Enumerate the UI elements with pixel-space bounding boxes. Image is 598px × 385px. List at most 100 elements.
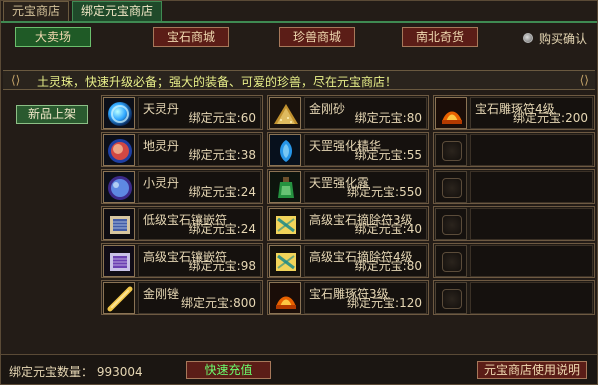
item-info: 天罡强化精华 绑定元宝:55 bbox=[304, 134, 427, 166]
item-info: 地灵丹 绑定元宝:38 bbox=[138, 134, 261, 166]
item-cell[interactable]: 低级宝石镶嵌符 绑定元宝:24 bbox=[101, 206, 263, 241]
tab-bound-yuanbao-shop[interactable]: 绑定元宝商店 bbox=[72, 1, 163, 21]
yellow-scroll-icon bbox=[269, 208, 301, 240]
item-price: 绑定元宝:550 bbox=[347, 185, 422, 199]
gold-sand-icon bbox=[269, 97, 301, 129]
item-info: 宝石雕琢符3级 绑定元宝:120 bbox=[304, 282, 427, 314]
item-price: 绑定元宝:80 bbox=[354, 111, 422, 125]
fire-talisman-icon bbox=[269, 282, 301, 314]
item-info: 天灵丹 绑定元宝:60 bbox=[138, 97, 261, 129]
item-info: 宝石雕琢符4级 绑定元宝:200 bbox=[470, 97, 593, 129]
slot-ornament bbox=[442, 178, 462, 198]
empty-slot-icon bbox=[435, 245, 467, 277]
item-name: 金刚锉 bbox=[143, 287, 180, 301]
blue-orb-icon bbox=[103, 97, 135, 129]
item-price: 绑定元宝:200 bbox=[513, 111, 588, 125]
radio-icon[interactable] bbox=[522, 33, 533, 43]
item-cell-empty bbox=[433, 243, 595, 278]
item-name: 金刚砂 bbox=[309, 102, 346, 116]
shop-window: 元宝商店 绑定元宝商店 大卖场 宝石商城 珍兽商城 南北奇货 购买确认 ⟨⟩ 土… bbox=[0, 0, 598, 385]
item-price: 绑定元宝:38 bbox=[188, 148, 256, 162]
bottom-bar: 绑定元宝数量： 993004 快速充值 元宝商店使用说明 bbox=[1, 354, 597, 384]
balance-label: 绑定元宝数量： bbox=[9, 365, 94, 379]
yellow-scroll-icon bbox=[269, 245, 301, 277]
new-items-button[interactable]: 新品上架 bbox=[16, 105, 88, 124]
gold-file-icon bbox=[103, 282, 135, 314]
item-info: 金刚锉 绑定元宝:800 bbox=[138, 282, 261, 314]
item-price: 绑定元宝:55 bbox=[354, 148, 422, 162]
item-info: 高级宝石镶嵌符 绑定元宝:98 bbox=[138, 245, 261, 277]
slot-ornament bbox=[442, 289, 462, 309]
item-info: 高级宝石摘除符4级 绑定元宝:80 bbox=[304, 245, 427, 277]
item-price: 绑定元宝:120 bbox=[347, 296, 422, 310]
item-cell-empty bbox=[433, 206, 595, 241]
empty-info bbox=[470, 171, 593, 203]
item-info: 天罡强化露 绑定元宝:550 bbox=[304, 171, 427, 203]
category-misc-button[interactable]: 南北奇货 bbox=[402, 27, 478, 47]
purchase-confirm-toggle[interactable]: 购买确认 bbox=[522, 29, 587, 47]
item-cell[interactable]: 天罡强化精华 绑定元宝:55 bbox=[267, 132, 429, 167]
item-cell-empty bbox=[433, 169, 595, 204]
item-cell[interactable]: 金刚砂 绑定元宝:80 bbox=[267, 95, 429, 130]
banner-left-ornament-icon: ⟨⟩ bbox=[11, 73, 21, 87]
item-info: 小灵丹 绑定元宝:24 bbox=[138, 171, 261, 203]
empty-info bbox=[470, 134, 593, 166]
item-cell-empty bbox=[433, 132, 595, 167]
item-cell-empty bbox=[433, 280, 595, 315]
item-price: 绑定元宝:80 bbox=[354, 259, 422, 273]
item-cell[interactable]: 小灵丹 绑定元宝:24 bbox=[101, 169, 263, 204]
item-cell[interactable]: 高级宝石摘除符3级 绑定元宝:40 bbox=[267, 206, 429, 241]
item-price: 绑定元宝:98 bbox=[188, 259, 256, 273]
item-cell[interactable]: 地灵丹 绑定元宝:38 bbox=[101, 132, 263, 167]
empty-info bbox=[470, 245, 593, 277]
quick-recharge-button[interactable]: 快速充值 bbox=[186, 361, 271, 379]
empty-slot-icon bbox=[435, 171, 467, 203]
item-price: 绑定元宝:800 bbox=[181, 296, 256, 310]
purple-scroll-icon bbox=[103, 245, 135, 277]
promo-banner: ⟨⟩ 土灵珠，快速升级必备；强大的装备、可爱的珍兽，尽在元宝商店！ ⟨⟩ bbox=[3, 70, 595, 90]
empty-info bbox=[470, 208, 593, 240]
item-cell[interactable]: 天灵丹 绑定元宝:60 bbox=[101, 95, 263, 130]
shop-help-button[interactable]: 元宝商店使用说明 bbox=[477, 361, 587, 379]
scroll-icon bbox=[103, 208, 135, 240]
balance-value: 993004 bbox=[96, 365, 143, 379]
item-cell[interactable]: 宝石雕琢符3级 绑定元宝:120 bbox=[267, 280, 429, 315]
item-price: 绑定元宝:40 bbox=[354, 222, 422, 236]
item-cell[interactable]: 金刚锉 绑定元宝:800 bbox=[101, 280, 263, 315]
empty-slot-icon bbox=[435, 134, 467, 166]
category-bar: 大卖场 宝石商城 珍兽商城 南北奇货 购买确认 bbox=[1, 27, 597, 49]
item-cell[interactable]: 宝石雕琢符4级 绑定元宝:200 bbox=[433, 95, 595, 130]
purple-orb-icon bbox=[103, 171, 135, 203]
slot-ornament bbox=[442, 215, 462, 235]
item-info: 金刚砂 绑定元宝:80 bbox=[304, 97, 427, 129]
category-pet-button[interactable]: 珍兽商城 bbox=[279, 27, 355, 47]
category-gem-button[interactable]: 宝石商城 bbox=[153, 27, 229, 47]
blue-essence-icon bbox=[269, 134, 301, 166]
item-info: 高级宝石摘除符3级 绑定元宝:40 bbox=[304, 208, 427, 240]
item-name: 小灵丹 bbox=[143, 176, 180, 190]
item-price: 绑定元宝:24 bbox=[188, 222, 256, 236]
item-name: 地灵丹 bbox=[143, 139, 180, 153]
purchase-confirm-label: 购买确认 bbox=[538, 31, 587, 46]
item-name: 天灵丹 bbox=[143, 102, 180, 116]
items-grid: 天灵丹 绑定元宝:60 金刚砂 绑定元宝:80 宝石雕琢符4级 绑定元宝:200… bbox=[101, 95, 597, 319]
balance: 绑定元宝数量： 993004 bbox=[9, 363, 143, 380]
banner-right-ornament-icon: ⟨⟩ bbox=[579, 73, 589, 87]
item-cell[interactable]: 高级宝石镶嵌符 绑定元宝:98 bbox=[101, 243, 263, 278]
tab-yuanbao-shop[interactable]: 元宝商店 bbox=[3, 1, 70, 21]
green-potion-icon bbox=[269, 171, 301, 203]
fire-talisman-icon bbox=[435, 97, 467, 129]
category-dagmai-button[interactable]: 大卖场 bbox=[15, 27, 91, 47]
item-price: 绑定元宝:24 bbox=[188, 185, 256, 199]
red-blue-orb-icon bbox=[103, 134, 135, 166]
tab-underline bbox=[1, 21, 597, 23]
item-info: 低级宝石镶嵌符 绑定元宝:24 bbox=[138, 208, 261, 240]
shop-tabs: 元宝商店 绑定元宝商店 bbox=[3, 1, 163, 23]
empty-slot-icon bbox=[435, 282, 467, 314]
slot-ornament bbox=[442, 141, 462, 161]
banner-text: 土灵珠，快速升级必备；强大的装备、可爱的珍兽，尽在元宝商店！ bbox=[37, 75, 398, 89]
item-cell[interactable]: 高级宝石摘除符4级 绑定元宝:80 bbox=[267, 243, 429, 278]
empty-info bbox=[470, 282, 593, 314]
item-cell[interactable]: 天罡强化露 绑定元宝:550 bbox=[267, 169, 429, 204]
item-price: 绑定元宝:60 bbox=[188, 111, 256, 125]
